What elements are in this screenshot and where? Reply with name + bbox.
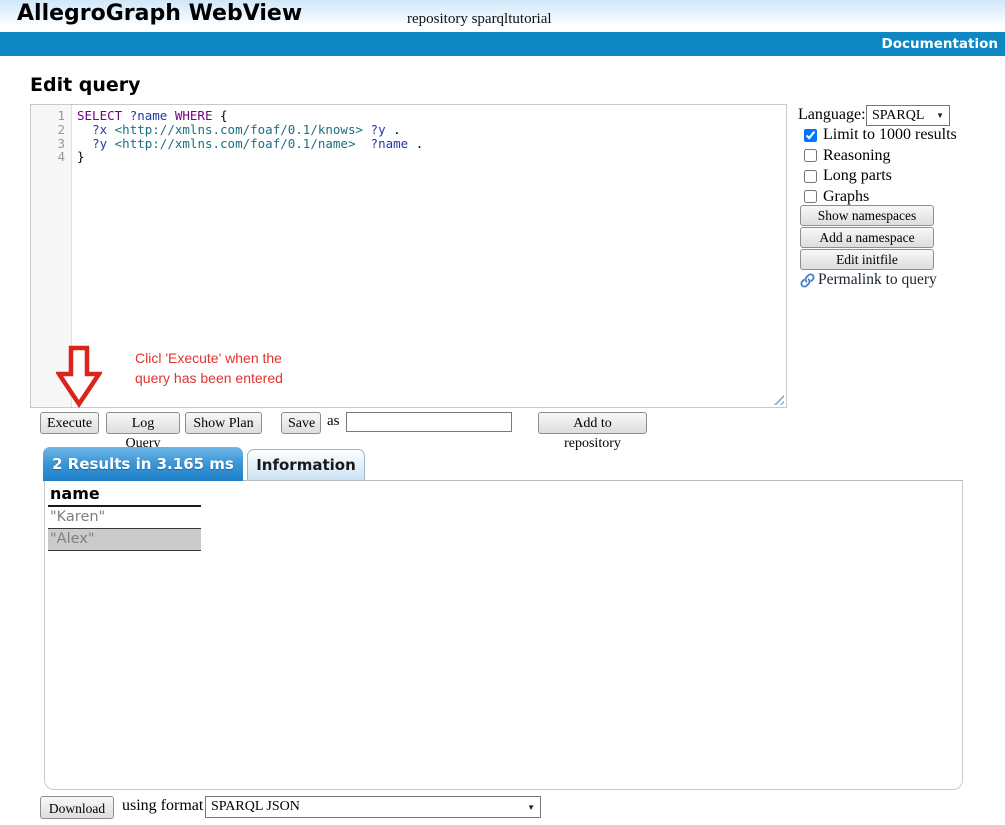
tab-information[interactable]: Information [247, 449, 365, 480]
code-line[interactable]: } [77, 150, 786, 164]
language-select-value: SPARQL [872, 108, 924, 124]
column-header-name: name [48, 483, 201, 507]
show-namespaces-button[interactable]: Show namespaces [800, 205, 934, 226]
results-panel: name "Karen""Alex" [44, 480, 963, 790]
execute-annotation: Clicl 'Execute' when the query has been … [135, 349, 283, 388]
option-limit-to-1000-results[interactable]: Limit to 1000 results [804, 125, 1004, 146]
option-label: Limit to 1000 results [823, 126, 957, 144]
nav-item-admin[interactable]: Admin [306, 60, 354, 76]
app-title: AllegroGraph WebView [17, 1, 302, 26]
result-row[interactable]: "Karen" [48, 507, 201, 529]
code-line[interactable]: ?x <http://xmlns.com/foaf/0.1/knows> ?y … [77, 123, 786, 137]
down-arrow-annotation-icon [56, 345, 102, 408]
permalink-to-query-link[interactable]: Permalink to query [799, 271, 937, 289]
chevron-down-icon: ▼ [527, 803, 535, 812]
link-icon [799, 272, 816, 289]
nav-separator: | [291, 60, 305, 76]
download-button[interactable]: Download [40, 796, 114, 819]
nav-separator: | [354, 60, 368, 76]
nav-item-documentation[interactable]: Documentation [882, 32, 998, 56]
format-select-value: SPARQL JSON [211, 799, 300, 815]
language-label: Language: [798, 106, 866, 124]
option-label: Graphs [823, 188, 869, 206]
result-row[interactable]: "Alex" [48, 529, 201, 551]
line-number: 1 [31, 109, 71, 123]
nav-item-user-test[interactable]: User test [368, 60, 438, 76]
line-number: 4 [31, 150, 71, 164]
results-table: name "Karen""Alex" [48, 483, 201, 551]
option-label: Long parts [823, 167, 892, 185]
namespace-buttons: Show namespacesAdd a namespaceEdit initf… [800, 205, 934, 271]
nav-separator: | [144, 60, 158, 76]
checkbox[interactable] [804, 149, 817, 162]
option-long-parts[interactable]: Long parts [804, 166, 1004, 187]
edit-initfile-button[interactable]: Edit initfile [800, 249, 934, 270]
checkbox[interactable] [804, 190, 817, 203]
checkbox[interactable] [804, 170, 817, 183]
show-plan-button[interactable]: Show Plan [185, 412, 262, 434]
line-number: 3 [31, 137, 71, 151]
execute-button[interactable]: Execute [40, 412, 99, 434]
save-as-label: as [327, 413, 340, 430]
checkbox[interactable] [804, 129, 817, 142]
save-name-input[interactable] [346, 412, 512, 432]
using-format-label: using format [122, 797, 203, 815]
add-to-repository-button[interactable]: Add to repository [538, 412, 647, 434]
tab-results[interactable]: 2 Results in 3.165 ms [43, 447, 243, 481]
option-label: Reasoning [823, 147, 891, 165]
query-options: Limit to 1000 results Reasoning Long parts… [804, 125, 1004, 207]
language-select[interactable]: SPARQL ▼ [866, 105, 950, 126]
format-select[interactable]: SPARQL JSON ▼ [205, 796, 541, 818]
page-title: Edit query [30, 74, 141, 96]
line-number: 2 [31, 123, 71, 137]
webview-page: AllegroGraph WebView repository sparqltu… [0, 0, 1005, 825]
option-graphs[interactable]: Graphs [804, 187, 1004, 208]
nav-item-utilities[interactable]: Utilities [232, 60, 292, 76]
option-reasoning[interactable]: Reasoning [804, 146, 1004, 167]
chevron-down-icon: ▼ [936, 111, 944, 120]
nav-bar: ↩ | Repository | Queries | Utilities | A… [0, 32, 1005, 56]
code-line[interactable]: SELECT ?name WHERE { [77, 109, 786, 123]
repository-label: repository sparqltutorial [407, 11, 552, 28]
nav-item-queries[interactable]: Queries [159, 60, 218, 76]
nav-separator: | [217, 60, 231, 76]
log-query-button[interactable]: Log Query [106, 412, 180, 434]
permalink-label: Permalink to query [818, 271, 937, 289]
code-line[interactable]: ?y <http://xmlns.com/foaf/0.1/name> ?nam… [77, 137, 786, 151]
save-button[interactable]: Save [281, 412, 321, 434]
add-a-namespace-button[interactable]: Add a namespace [800, 227, 934, 248]
